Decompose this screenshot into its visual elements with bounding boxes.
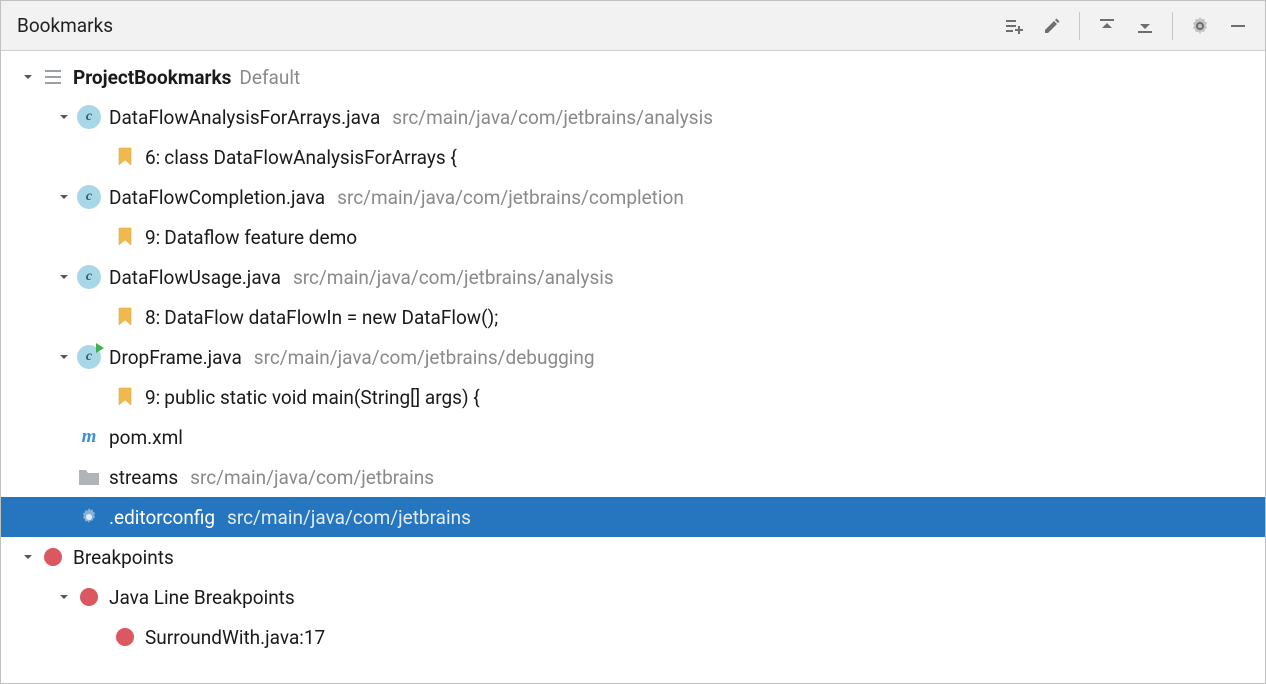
tree-node-file[interactable]: m pom.xml [1,417,1265,457]
chevron-down-icon [19,548,37,566]
breakpoint-label: SurroundWith.java:17 [145,626,325,649]
file-path: src/main/java/com/jetbrains/completion [337,186,684,209]
bookmark-tree: ProjectBookmarks Default c DataFlowAnaly… [1,51,1265,663]
tree-node-file[interactable]: c DataFlowCompletion.java src/main/java/… [1,177,1265,217]
node-suffix: Default [239,66,300,89]
bookmark-text: public static void main(String[] args) { [164,386,479,409]
folder-path: src/main/java/com/jetbrains [190,466,434,489]
bookmark-line: 6: [145,146,160,169]
java-class-icon: c [77,185,101,209]
tree-node-file[interactable]: c DataFlowUsage.java src/main/java/com/j… [1,257,1265,297]
file-path: src/main/java/com/jetbrains [227,506,471,529]
tree-node-bookmark[interactable]: 9: Dataflow feature demo [1,217,1265,257]
file-name: .editorconfig [109,506,215,529]
node-label: ProjectBookmarks [73,66,231,89]
node-label: Java Line Breakpoints [109,586,295,609]
folder-icon [77,465,101,489]
chevron-down-icon [55,108,73,126]
tree-node-folder[interactable]: streams src/main/java/com/jetbrains [1,457,1265,497]
panel-toolbar [997,9,1255,43]
collapse-all-button[interactable] [1128,9,1162,43]
file-name: DataFlowUsage.java [109,266,281,289]
panel-title: Bookmarks [17,14,113,37]
panel-titlebar: Bookmarks [1,1,1265,51]
bookmark-text: class DataFlowAnalysisForArrays { [164,146,457,169]
expand-all-button[interactable] [1090,9,1124,43]
bookmark-line: 9: [145,386,160,409]
tree-node-file[interactable]: c DropFrame.java src/main/java/com/jetbr… [1,337,1265,377]
bookmark-icon [113,305,137,329]
breakpoint-icon [77,585,101,609]
breakpoint-icon [41,545,65,569]
bookmark-icon [113,385,137,409]
tree-node-file-selected[interactable]: .editorconfig src/main/java/com/jetbrain… [1,497,1265,537]
tree-node-bookmark[interactable]: 8: DataFlow dataFlowIn = new DataFlow(); [1,297,1265,337]
chevron-down-icon [19,68,37,86]
toolbar-separator [1172,12,1173,40]
file-name: DataFlowAnalysisForArrays.java [109,106,380,129]
file-name: DataFlowCompletion.java [109,186,325,209]
chevron-down-icon [55,588,73,606]
tree-node-bookmark[interactable]: 9: public static void main(String[] args… [1,377,1265,417]
breakpoint-icon [113,625,137,649]
toolbar-separator [1079,12,1080,40]
chevron-down-icon [55,268,73,286]
bookmark-icon [113,145,137,169]
file-path: src/main/java/com/jetbrains/debugging [254,346,595,369]
tree-node-breakpoint-group[interactable]: Java Line Breakpoints [1,577,1265,617]
chevron-down-icon [55,348,73,366]
list-icon [41,65,65,89]
java-runnable-class-icon: c [77,345,101,369]
minimize-button[interactable] [1221,9,1255,43]
config-icon [77,505,101,529]
tree-node-bookmark[interactable]: 6: class DataFlowAnalysisForArrays { [1,137,1265,177]
bookmark-line: 9: [145,226,160,249]
bookmark-text: DataFlow dataFlowIn = new DataFlow(); [164,306,498,329]
bookmark-text: Dataflow feature demo [164,226,357,249]
java-class-icon: c [77,105,101,129]
java-class-icon: c [77,265,101,289]
bookmark-icon [113,225,137,249]
tree-node-breakpoint-item[interactable]: SurroundWith.java:17 [1,617,1265,657]
tree-node-breakpoints[interactable]: Breakpoints [1,537,1265,577]
file-path: src/main/java/com/jetbrains/analysis [392,106,713,129]
folder-name: streams [109,466,178,489]
file-name: pom.xml [109,426,183,449]
add-bookmark-list-button[interactable] [997,9,1031,43]
chevron-down-icon [55,188,73,206]
tree-node-file[interactable]: c DataFlowAnalysisForArrays.java src/mai… [1,97,1265,137]
bookmark-line: 8: [145,306,160,329]
tree-node-project-bookmarks[interactable]: ProjectBookmarks Default [1,57,1265,97]
file-name: DropFrame.java [109,346,242,369]
node-label: Breakpoints [73,546,174,569]
file-path: src/main/java/com/jetbrains/analysis [293,266,614,289]
edit-button[interactable] [1035,9,1069,43]
maven-icon: m [77,425,101,449]
settings-button[interactable] [1183,9,1217,43]
